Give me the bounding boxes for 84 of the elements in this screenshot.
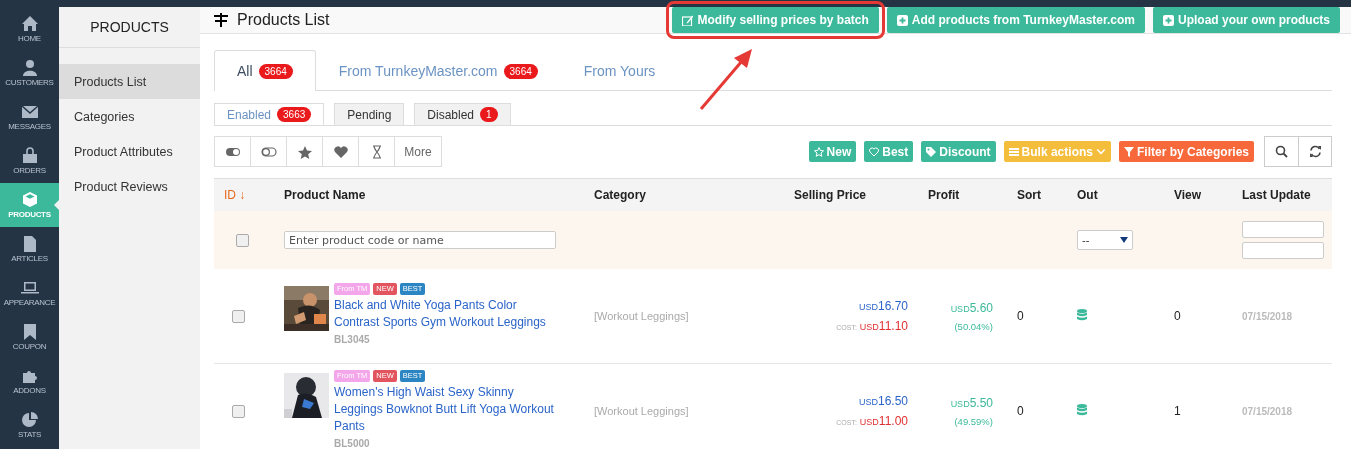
- funnel-icon: [1123, 146, 1134, 157]
- status-tab[interactable]: Pending: [334, 103, 405, 125]
- nav-item[interactable]: CUSTOMERS: [0, 51, 59, 95]
- view-count: 0: [1173, 309, 1182, 323]
- submenu-item[interactable]: Product Reviews: [59, 169, 200, 204]
- star-outline-icon: [813, 146, 824, 157]
- sort-value: 0: [1016, 309, 1025, 323]
- nav-item[interactable]: STATS: [0, 403, 59, 447]
- laptop-icon: [20, 279, 39, 296]
- status-tab[interactable]: Disabled 1: [414, 103, 511, 125]
- product-sku: BL5000: [334, 437, 371, 449]
- cost-price: USD11.10: [859, 319, 908, 333]
- view-count: 1: [1173, 404, 1182, 418]
- page-title: Products List: [237, 11, 331, 29]
- nav-item[interactable]: HOME: [0, 7, 59, 51]
- count-badge: 3664: [258, 63, 293, 79]
- submenu-item[interactable]: Products List: [59, 64, 200, 99]
- checkbox[interactable]: [232, 404, 245, 418]
- edit-icon: [682, 14, 694, 26]
- column-header[interactable]: Last Update: [1228, 188, 1332, 202]
- product-sku: BL3045: [334, 334, 371, 345]
- toggle-off-icon: [260, 144, 277, 159]
- chevron-down-icon: [1095, 146, 1106, 157]
- pie-chart-icon: [20, 411, 39, 428]
- star-icon: [296, 144, 313, 159]
- stack-icon: [1077, 308, 1087, 321]
- caret-icon: [1120, 237, 1128, 243]
- nav-item[interactable]: ORDERS: [0, 139, 59, 183]
- column-header[interactable]: Selling Price: [780, 188, 914, 202]
- column-header[interactable]: Profit: [914, 188, 1003, 202]
- tab[interactable]: From TurnkeyMaster.com 3664: [315, 50, 561, 91]
- nav-item[interactable]: ARTICLES: [0, 227, 59, 271]
- cube-icon: [20, 191, 39, 208]
- search-icon: [1275, 145, 1288, 158]
- tab[interactable]: All 3664: [214, 50, 316, 91]
- tag-icon: [926, 146, 937, 157]
- update-date: 07/15/2018: [1241, 310, 1294, 322]
- count-badge: 1: [480, 107, 498, 122]
- home-icon: [20, 15, 39, 32]
- plus-square-icon: [1163, 14, 1174, 26]
- column-header[interactable]: Sort: [1003, 188, 1063, 202]
- search-field[interactable]: Enter product code or name: [284, 231, 556, 249]
- column-header[interactable]: Product Name: [270, 188, 580, 202]
- heart-outline-icon: [869, 146, 880, 157]
- nav-item[interactable]: ADDONS: [0, 359, 59, 403]
- envelope-icon: [20, 103, 39, 120]
- profit-percent: (49.59%): [954, 415, 993, 427]
- cost-price: USD11.00: [859, 414, 908, 428]
- checkbox[interactable]: [232, 309, 245, 323]
- heart-icon: [332, 144, 349, 159]
- list-icon: [1008, 146, 1019, 157]
- status-tab[interactable]: Enabled 3663: [214, 103, 325, 125]
- out-select[interactable]: --: [1077, 230, 1133, 250]
- bag-icon: [20, 147, 39, 164]
- category-text: [Workout Leggings]: [593, 310, 690, 322]
- column-header[interactable]: Category: [580, 188, 780, 202]
- date-field[interactable]: [1242, 221, 1324, 238]
- submenu-item[interactable]: Product Attributes: [59, 134, 200, 169]
- nav-item[interactable]: MESSAGES: [0, 95, 59, 139]
- refresh-icon: [1308, 145, 1322, 158]
- checkbox[interactable]: [236, 233, 249, 247]
- person-icon: [20, 59, 39, 76]
- sort-value: 0: [1016, 404, 1025, 418]
- profit-amount: USD5.50: [950, 395, 993, 410]
- category-text: [Workout Leggings]: [593, 405, 690, 417]
- count-badge: 3663: [277, 107, 312, 122]
- date-field[interactable]: [1242, 242, 1324, 259]
- profit-amount: USD5.60: [950, 300, 993, 315]
- profit-percent: (50.04%): [954, 320, 993, 332]
- product-name-link[interactable]: Black and White Yoga Pants Color Contrast Sports Gym Workout Leggings: [334, 297, 559, 331]
- column-header[interactable]: Out: [1063, 188, 1160, 202]
- plus-square-icon: [896, 14, 908, 26]
- count-badge: 3664: [503, 63, 538, 79]
- nav-item[interactable]: COUPON: [0, 315, 59, 359]
- signpost-icon: [214, 13, 228, 27]
- annotation-arrow: [699, 49, 752, 110]
- selling-price: USD16.50: [858, 394, 908, 408]
- nav-item[interactable]: APPEARANCE: [0, 271, 59, 315]
- submenu-item[interactable]: Categories: [59, 99, 200, 134]
- stack-icon: [1077, 403, 1087, 416]
- update-date: 07/15/2018: [1241, 405, 1294, 417]
- product-name-link[interactable]: Women's High Waist Sexy Skinny Leggings Bowknot Butt Lift Yoga Workout Pants: [334, 383, 559, 435]
- selling-price: USD16.70: [858, 299, 908, 313]
- column-header[interactable]: View: [1160, 188, 1228, 202]
